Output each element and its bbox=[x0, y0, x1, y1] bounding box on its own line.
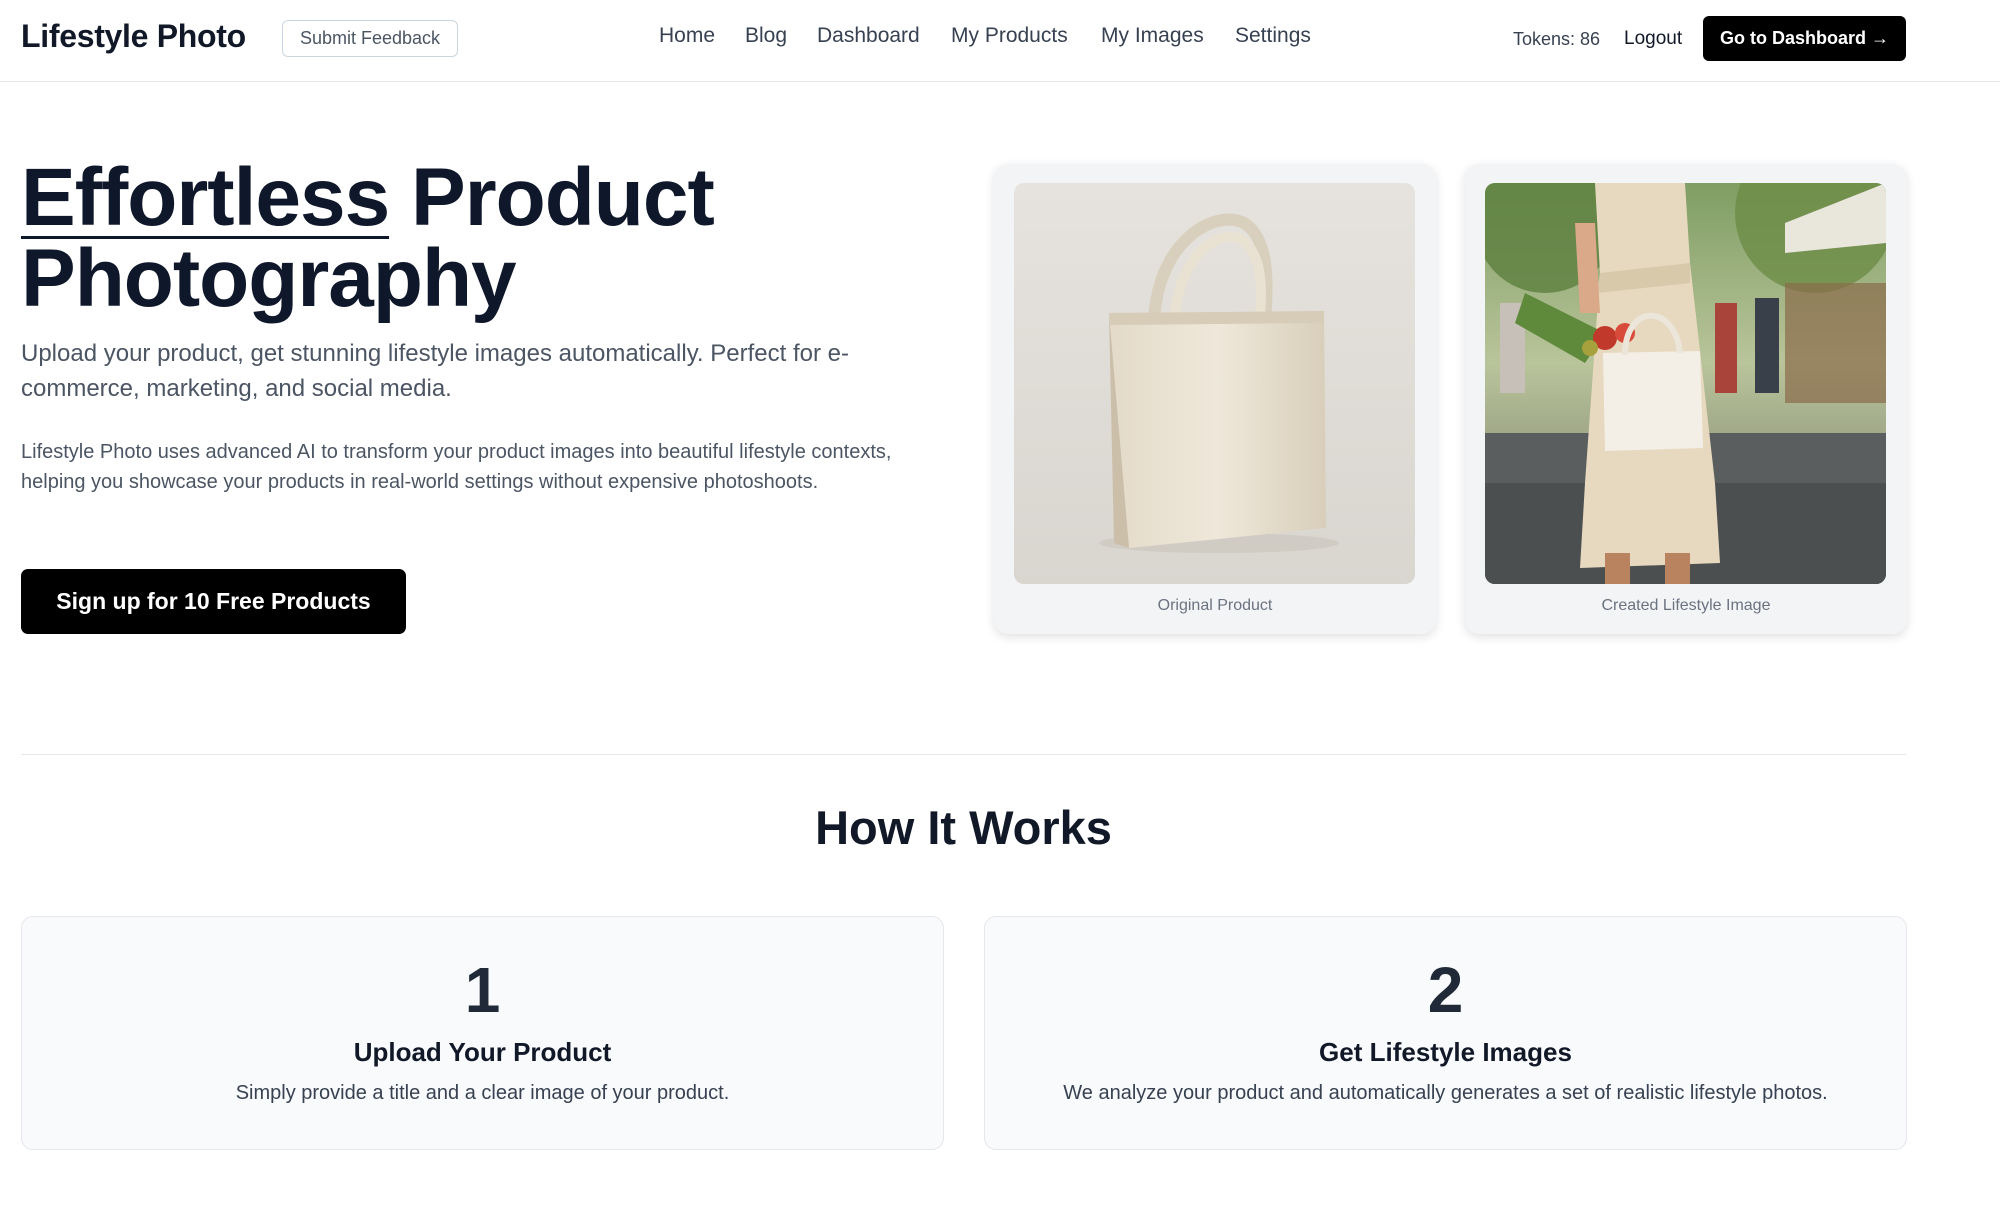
lifestyle-image-card: Created Lifestyle Image bbox=[1465, 164, 1907, 634]
step-description: We analyze your product and automaticall… bbox=[1063, 1082, 1828, 1104]
nav-dashboard[interactable]: Dashboard bbox=[817, 24, 920, 48]
nav-my-images[interactable]: My Images bbox=[1101, 24, 1204, 48]
hero-title: Effortless Product Photography bbox=[21, 152, 921, 320]
step-card-1: 1 Upload Your Product Simply provide a t… bbox=[21, 916, 944, 1150]
step-number: 2 bbox=[1427, 954, 1464, 1026]
step-title: Get Lifestyle Images bbox=[1319, 1037, 1572, 1067]
main-nav: Home Blog Dashboard My Products My Image… bbox=[0, 24, 2000, 54]
step-card-2: 2 Get Lifestyle Images We analyze your p… bbox=[984, 916, 1907, 1150]
lifestyle-image-caption: Created Lifestyle Image bbox=[1601, 597, 1771, 614]
hero-title-underlined: Effortless bbox=[21, 152, 390, 243]
tote-bag-image bbox=[1014, 183, 1415, 584]
step-title: Upload Your Product bbox=[353, 1037, 612, 1067]
hero-subtitle: Upload your product, get stunning lifest… bbox=[21, 340, 849, 402]
lifestyle-market-image bbox=[1485, 183, 1886, 584]
top-navbar: Lifestyle Photo Submit Feedback Home Blo… bbox=[0, 0, 2000, 82]
nav-blog[interactable]: Blog bbox=[745, 24, 787, 48]
nav-home[interactable]: Home bbox=[659, 24, 715, 48]
original-product-card: Original Product bbox=[994, 164, 1436, 634]
nav-settings[interactable]: Settings bbox=[1235, 24, 1311, 48]
section-divider bbox=[21, 754, 1906, 755]
hero-description: Lifestyle Photo uses advanced AI to tran… bbox=[21, 441, 892, 493]
original-product-caption: Original Product bbox=[1157, 597, 1273, 614]
go-to-dashboard-button[interactable]: Go to Dashboard → bbox=[1703, 16, 1906, 61]
token-count: Tokens: 86 bbox=[1513, 29, 1601, 49]
go-to-dashboard-label: Go to Dashboard → bbox=[1719, 28, 1889, 48]
how-it-works-title: How It Works bbox=[815, 801, 1112, 854]
signup-cta-button[interactable]: Sign up for 10 Free Products bbox=[21, 569, 406, 634]
logout-link[interactable]: Logout bbox=[1624, 28, 1682, 50]
step-description: Simply provide a title and a clear image… bbox=[235, 1082, 730, 1104]
step-number: 1 bbox=[464, 954, 501, 1026]
nav-my-products[interactable]: My Products bbox=[951, 24, 1068, 48]
